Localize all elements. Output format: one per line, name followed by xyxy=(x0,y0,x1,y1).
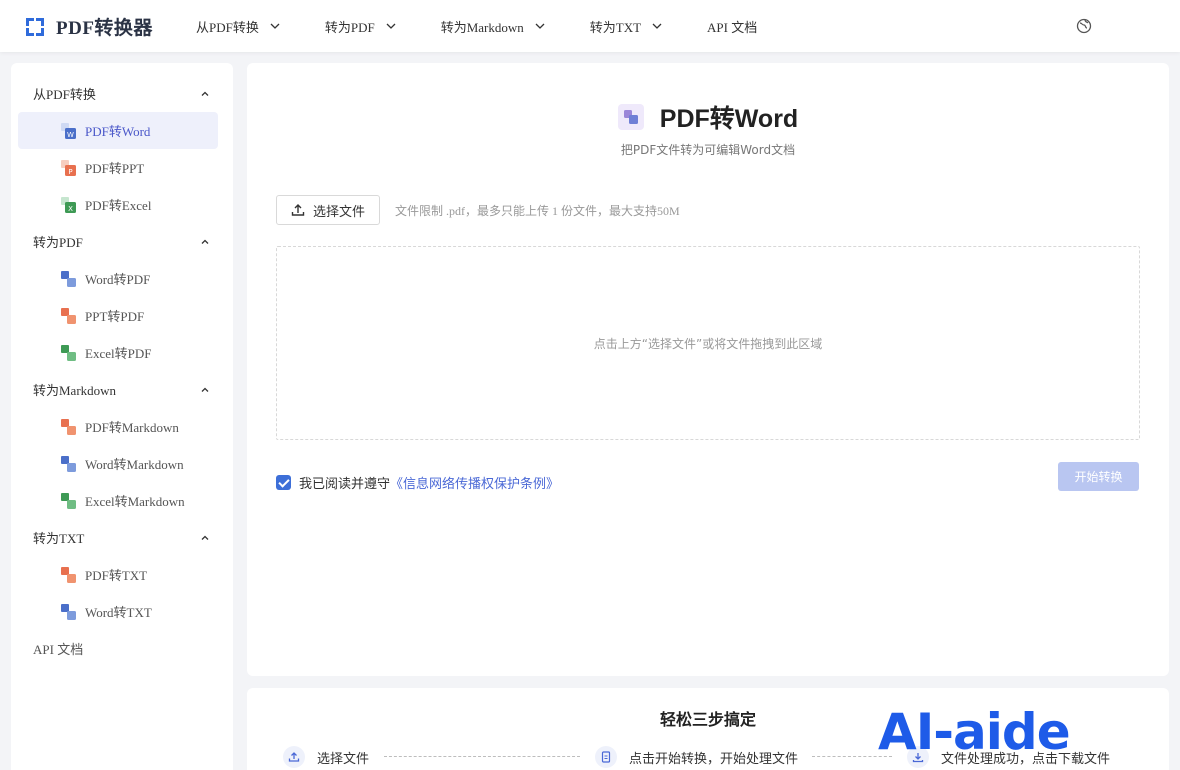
sidebar-item-label: Excel转PDF xyxy=(85,346,152,361)
document-step-icon xyxy=(595,746,617,768)
excel-to-pdf-icon xyxy=(61,344,76,361)
sidebar-item-label: PDF转Excel xyxy=(85,198,152,213)
pdf-to-txt-icon xyxy=(61,566,76,583)
nav-label: 转为TXT xyxy=(589,19,642,35)
upload-icon xyxy=(291,204,305,216)
sidebar-group-to-txt[interactable]: 转为TXT xyxy=(11,519,233,556)
ppt-to-pdf-icon xyxy=(61,307,76,324)
nav-label: 转为Markdown xyxy=(440,19,524,35)
select-file-label: 选择文件 xyxy=(312,204,365,220)
step-label: 选择文件 xyxy=(317,751,370,767)
pdf-to-markdown-icon xyxy=(61,418,76,435)
step-connector xyxy=(384,756,580,757)
brand[interactable]: PDF转换器 xyxy=(24,13,153,40)
sidebar-item-label: Word转TXT xyxy=(85,605,152,620)
sidebar-item-ppt-to-pdf[interactable]: PPT转PDF xyxy=(18,297,218,334)
title-row: PDF转Word xyxy=(247,99,1169,135)
agreement-row: 我已阅读并遵守 《信息网络传播权保护条例》 xyxy=(276,473,559,492)
sidebar: 从PDF转换 W PDF转Word P PDF转PPT X PDF转Excel … xyxy=(11,63,233,770)
brand-name: PDF转换器 xyxy=(56,18,153,39)
dropzone-text: 点击上方“选择文件”或将文件拖拽到此区域 xyxy=(593,336,823,351)
sidebar-item-pdf-to-ppt[interactable]: P PDF转PPT xyxy=(18,149,218,186)
sidebar-item-api-doc[interactable]: API 文档 xyxy=(11,630,233,667)
file-dropzone[interactable]: 点击上方“选择文件”或将文件拖拽到此区域 xyxy=(276,246,1140,440)
agreement-link[interactable]: 《信息网络传播权保护条例》 xyxy=(390,473,559,492)
chevron-down-icon xyxy=(652,23,662,29)
sidebar-item-pdf-to-txt[interactable]: PDF转TXT xyxy=(18,556,218,593)
group-label: 转为PDF xyxy=(33,235,83,250)
svg-text:P: P xyxy=(68,168,72,176)
globe-icon[interactable] xyxy=(1076,18,1092,34)
sidebar-item-excel-to-pdf[interactable]: Excel转PDF xyxy=(18,334,218,371)
sidebar-item-label: PPT转PDF xyxy=(85,309,145,324)
page-subtitle: 把PDF文件转为可编辑Word文档 xyxy=(620,143,796,157)
excel-file-icon: X xyxy=(61,196,76,213)
sidebar-item-word-to-markdown[interactable]: Word转Markdown xyxy=(18,445,218,482)
group-label: 转为TXT xyxy=(33,531,85,546)
step-1: 选择文件 xyxy=(283,746,369,768)
chevron-down-icon xyxy=(386,23,396,29)
chevron-up-icon xyxy=(201,387,209,392)
sidebar-item-label: Word转PDF xyxy=(85,272,151,287)
word-to-markdown-icon xyxy=(61,455,76,472)
chevron-down-icon xyxy=(270,23,280,29)
chevron-down-icon xyxy=(535,23,545,29)
chevron-up-icon xyxy=(201,535,209,540)
agreement-text: 我已阅读并遵守 xyxy=(299,477,391,492)
chevron-up-icon xyxy=(201,91,209,96)
sidebar-item-excel-to-markdown[interactable]: Excel转Markdown xyxy=(18,482,218,519)
sidebar-item-label: PDF转Markdown xyxy=(85,420,179,435)
sidebar-item-label: Word转Markdown xyxy=(85,457,184,472)
sidebar-item-pdf-to-word[interactable]: W PDF转Word xyxy=(18,112,218,149)
page-title: PDF转Word xyxy=(659,105,799,133)
sidebar-item-word-to-txt[interactable]: Word转TXT xyxy=(18,593,218,630)
nav-to-pdf[interactable]: 转为PDF xyxy=(325,17,397,36)
step-label: 点击开始转换，开始处理文件 xyxy=(629,751,799,767)
word-to-txt-icon xyxy=(61,603,76,620)
sidebar-item-label: PDF转TXT xyxy=(85,568,148,583)
upload-step-icon xyxy=(283,746,305,768)
step-2: 点击开始转换，开始处理文件 xyxy=(595,746,798,768)
group-label: 从PDF转换 xyxy=(33,87,96,102)
pdf-to-word-icon xyxy=(617,104,644,130)
top-navbar: PDF转换器 从PDF转换 转为PDF 转为Markdown 转为TXT API… xyxy=(0,0,1180,52)
svg-text:W: W xyxy=(67,131,74,139)
nav-from-pdf[interactable]: 从PDF转换 xyxy=(196,17,281,36)
nav-label: 转为PDF xyxy=(324,19,375,35)
excel-to-markdown-icon xyxy=(61,492,76,509)
word-file-icon: W xyxy=(61,122,76,139)
nav-api-doc[interactable]: API 文档 xyxy=(707,17,757,36)
group-label: 转为Markdown xyxy=(33,383,117,398)
nav-to-txt[interactable]: 转为TXT xyxy=(590,17,663,36)
main-nav: 从PDF转换 转为PDF 转为Markdown 转为TXT API 文档 xyxy=(196,0,801,52)
select-file-button[interactable]: 选择文件 xyxy=(276,195,380,225)
sidebar-item-label: PDF转PPT xyxy=(85,161,145,176)
agreement-checkbox[interactable] xyxy=(276,475,291,490)
upload-hint: 文件限制 .pdf，最多只能上传 1 份文件，最大支持50M xyxy=(395,204,680,218)
nav-label: API 文档 xyxy=(707,19,758,35)
sidebar-group-to-pdf[interactable]: 转为PDF xyxy=(11,223,233,260)
watermark-logo: AI-aide xyxy=(878,703,1071,761)
sidebar-item-pdf-to-markdown[interactable]: PDF转Markdown xyxy=(18,408,218,445)
svg-text:X: X xyxy=(68,205,73,213)
converter-panel: PDF转Word 把PDF文件转为可编辑Word文档 选择文件 文件限制 .pd… xyxy=(247,63,1169,676)
chevron-up-icon xyxy=(201,239,209,244)
start-convert-button[interactable]: 开始转换 xyxy=(1058,462,1139,491)
sidebar-item-label: Excel转Markdown xyxy=(85,494,185,509)
nav-label: 从PDF转换 xyxy=(196,19,259,35)
logo-icon xyxy=(26,17,44,36)
word-to-pdf-icon xyxy=(61,270,76,287)
sidebar-group-to-markdown[interactable]: 转为Markdown xyxy=(11,371,233,408)
sidebar-group-from-pdf[interactable]: 从PDF转换 xyxy=(11,75,233,112)
sidebar-item-pdf-to-excel[interactable]: X PDF转Excel xyxy=(18,186,218,223)
sidebar-item-word-to-pdf[interactable]: Word转PDF xyxy=(18,260,218,297)
sidebar-item-label: PDF转Word xyxy=(85,124,151,139)
ppt-file-icon: P xyxy=(61,159,76,176)
nav-to-markdown[interactable]: 转为Markdown xyxy=(441,17,546,36)
